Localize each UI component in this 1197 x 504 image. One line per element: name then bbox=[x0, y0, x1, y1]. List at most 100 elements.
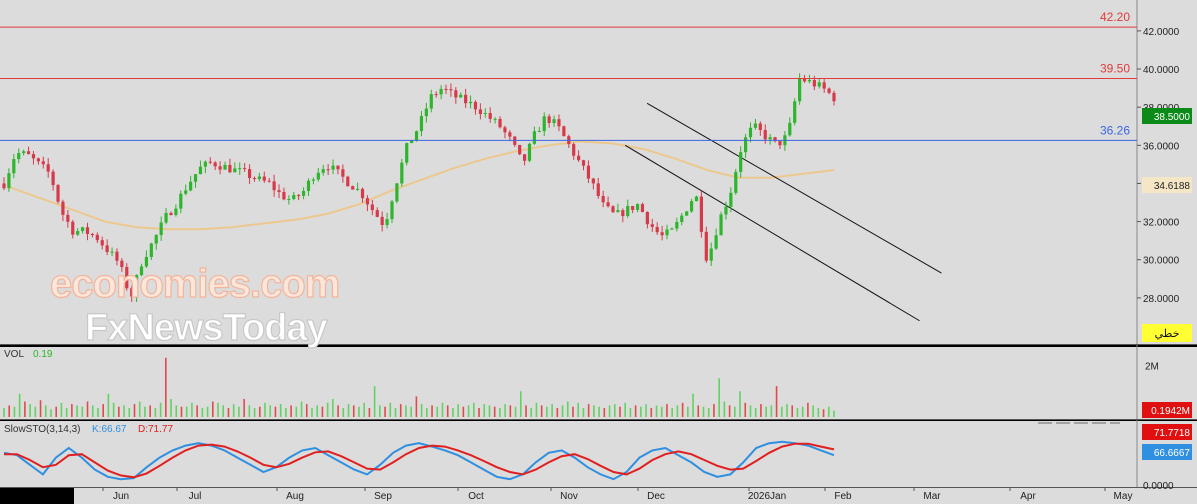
candle-body bbox=[606, 202, 610, 207]
volume-bar bbox=[629, 407, 632, 417]
candle-body bbox=[282, 191, 286, 200]
candle-body bbox=[454, 90, 458, 98]
candle-body bbox=[793, 101, 797, 123]
volume-bar bbox=[81, 406, 84, 417]
candle-body bbox=[655, 226, 659, 233]
last-price-label: 38.5000 bbox=[1154, 112, 1191, 123]
volume-bar bbox=[326, 402, 329, 417]
volume-bar bbox=[238, 406, 240, 417]
volume-bar bbox=[384, 406, 386, 417]
volume-bar bbox=[577, 402, 580, 417]
candle-body bbox=[26, 151, 31, 155]
k-value-label: 66.6667 bbox=[1154, 448, 1191, 459]
osc-d-label: D:71.77 bbox=[138, 424, 173, 435]
volume-bar bbox=[144, 406, 146, 417]
candle-body bbox=[449, 89, 453, 91]
volume-bar bbox=[608, 405, 611, 417]
candle-body bbox=[356, 188, 360, 190]
candle-body bbox=[46, 164, 50, 172]
ma-value-label: 34.6188 bbox=[1154, 181, 1191, 192]
volume-bar bbox=[222, 405, 225, 417]
volume-bar bbox=[102, 404, 104, 417]
candle-body bbox=[7, 173, 11, 189]
candle-body bbox=[267, 180, 271, 182]
volume-bar bbox=[149, 405, 151, 417]
volume-bar bbox=[368, 407, 371, 417]
volume-bar bbox=[227, 407, 230, 417]
candle-body bbox=[326, 169, 330, 171]
volume-bar bbox=[582, 407, 585, 417]
candle-body bbox=[547, 116, 551, 124]
volume-bar bbox=[269, 405, 272, 417]
candle-body bbox=[459, 94, 463, 98]
candle-body bbox=[557, 119, 561, 127]
time-tick-label: Jun bbox=[113, 491, 129, 502]
volume-tick-label: 2M bbox=[1145, 361, 1159, 372]
candle-body bbox=[527, 143, 532, 161]
time-tick-label: Mar bbox=[923, 491, 941, 502]
candle-body bbox=[179, 193, 183, 209]
candle-body bbox=[680, 215, 684, 222]
volume-bar bbox=[514, 406, 517, 417]
price-tick-label: 32.0000 bbox=[1143, 218, 1180, 229]
volume-bar bbox=[332, 398, 334, 417]
volume-bar bbox=[546, 406, 548, 417]
candle-body bbox=[822, 82, 826, 89]
volume-bar bbox=[765, 406, 767, 417]
volume-bar bbox=[660, 406, 663, 417]
candle-body bbox=[223, 164, 227, 170]
price-tick-label: 28.0000 bbox=[1143, 294, 1180, 305]
time-tick-label: Aug bbox=[286, 491, 304, 502]
volume-bar bbox=[405, 405, 407, 417]
candle-body bbox=[287, 198, 291, 200]
candle-body bbox=[645, 211, 649, 225]
volume-bar bbox=[76, 405, 78, 417]
candle-body bbox=[739, 152, 743, 172]
candle-body bbox=[635, 204, 640, 210]
candle-body bbox=[464, 94, 468, 104]
volume-bar bbox=[311, 407, 313, 417]
volume-bar bbox=[394, 407, 397, 417]
volume-bar bbox=[473, 402, 475, 417]
volume-bar bbox=[624, 402, 626, 417]
watermark: economies.com FxNewsToday bbox=[49, 261, 341, 349]
volume-bar bbox=[285, 407, 287, 417]
candle-body bbox=[473, 101, 478, 110]
candle-body bbox=[100, 240, 104, 246]
candle-body bbox=[184, 190, 188, 194]
candle-body bbox=[498, 118, 502, 128]
volume-bar bbox=[399, 404, 402, 417]
candle-body bbox=[297, 195, 301, 197]
last-volume-label: 0.1942M bbox=[1151, 406, 1190, 417]
candle-body bbox=[90, 233, 95, 235]
candle-body bbox=[193, 174, 198, 182]
volume-bar bbox=[410, 406, 412, 417]
time-tick-label: 2026Jan bbox=[748, 491, 786, 502]
volume-bar bbox=[379, 405, 381, 417]
volume-bar bbox=[760, 404, 762, 417]
volume-bar bbox=[170, 398, 172, 417]
candle-body bbox=[208, 161, 212, 163]
price-axis bbox=[1137, 0, 1197, 344]
candle-body bbox=[12, 159, 16, 174]
volume-bar bbox=[175, 405, 178, 417]
volume-bar bbox=[697, 405, 700, 417]
candle-body bbox=[812, 79, 816, 87]
candle-body bbox=[365, 198, 370, 205]
volume-bar bbox=[535, 402, 538, 417]
candle-body bbox=[537, 131, 541, 133]
volume-bar bbox=[133, 404, 136, 417]
candle-body bbox=[798, 78, 802, 102]
candle-body bbox=[768, 137, 772, 140]
candle-body bbox=[149, 243, 153, 257]
chart-svg[interactable]: 42.20 39.50 36.26 economies.com FxNewsToda… bbox=[0, 0, 1197, 504]
candle-body bbox=[306, 180, 311, 191]
volume-bar bbox=[441, 402, 444, 417]
volume-bar bbox=[118, 406, 120, 417]
time-tick-label: Nov bbox=[560, 491, 578, 502]
candle-body bbox=[56, 185, 60, 202]
candle-body bbox=[247, 169, 252, 179]
volume-bar bbox=[50, 409, 52, 417]
volume-bar bbox=[681, 402, 684, 417]
candle-body bbox=[508, 132, 512, 137]
